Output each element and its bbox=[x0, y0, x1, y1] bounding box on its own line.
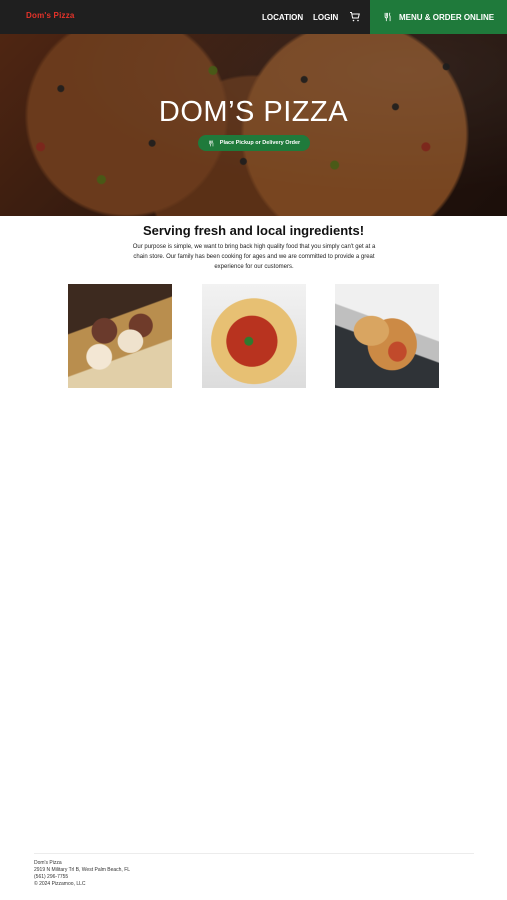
meatball-sub-image bbox=[68, 284, 172, 388]
hero-banner: DOM’S PIZZA Place Pickup or Delivery Ord… bbox=[0, 34, 507, 216]
spaghetti-image bbox=[202, 284, 306, 388]
hero-title: DOM’S PIZZA bbox=[158, 96, 349, 128]
footer-address: 2919 N Military Trl B, West Palm Beach, … bbox=[34, 867, 131, 873]
section-heading: Serving fresh and local ingredients! bbox=[142, 223, 365, 238]
footer-divider bbox=[34, 853, 474, 854]
top-header: Dom's Pizza LOCATION LOGIN MENU & ORDER … bbox=[0, 0, 507, 34]
utensils-icon bbox=[384, 12, 391, 22]
menu-order-online-button[interactable]: MENU & ORDER ONLINE bbox=[370, 0, 507, 34]
place-order-label: Place Pickup or Delivery Order bbox=[219, 140, 301, 146]
place-order-button[interactable]: Place Pickup or Delivery Order bbox=[198, 135, 310, 151]
nav-location[interactable]: LOCATION bbox=[262, 13, 303, 22]
footer-copyright: © 2024 Pizzamoo, LLC bbox=[34, 881, 86, 887]
brand-logo[interactable]: Dom's Pizza bbox=[26, 11, 75, 20]
cart-icon[interactable] bbox=[349, 11, 361, 23]
nav-login[interactable]: LOGIN bbox=[313, 13, 338, 22]
footer-phone: (561) 296-7755 bbox=[34, 874, 69, 880]
footer: Dom's Pizza 2919 N Military Trl B, West … bbox=[34, 860, 130, 888]
utensils-icon bbox=[208, 139, 214, 146]
section-description: Our purpose is simple, we want to bring … bbox=[132, 244, 376, 270]
stromboli-image bbox=[335, 284, 439, 388]
footer-name: Dom's Pizza bbox=[34, 860, 62, 866]
menu-order-online-label: MENU & ORDER ONLINE bbox=[398, 12, 495, 22]
